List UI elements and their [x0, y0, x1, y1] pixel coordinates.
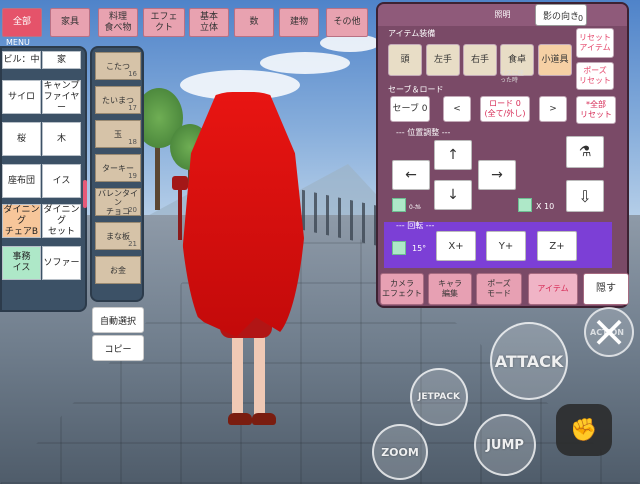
list-item[interactable]: バレンタイン チョコ 20 — [95, 188, 141, 216]
list-item-number: 17 — [128, 104, 137, 112]
tab-numbers[interactable]: 数 — [234, 8, 274, 37]
load-prev-button[interactable]: < — [443, 96, 471, 122]
character-hair — [178, 92, 308, 337]
item-cell[interactable]: 桜 — [2, 122, 41, 156]
section-save-load: セーブ＆ロード — [388, 85, 444, 94]
character-shoe — [252, 413, 276, 425]
item-list-panel: こたつ 16 たいまつ 17 玉 18 ターキー 19 バレンタイン チョコ 20 まな板… — [90, 46, 144, 302]
jump-button[interactable]: JUMP — [474, 414, 536, 476]
item-cell[interactable]: イス — [42, 164, 81, 198]
list-item[interactable]: まな板 21 — [95, 222, 141, 250]
move-right-button[interactable]: → — [478, 160, 516, 190]
list-item-label: まな板 — [106, 231, 130, 241]
tab-item[interactable]: アイテム — [528, 273, 578, 305]
slot-note: イスに座 った時 — [500, 70, 524, 84]
list-item-label: 玉 — [114, 129, 122, 139]
scrollbar-thumb[interactable] — [83, 180, 87, 208]
shadow-direction-value: 0 — [578, 14, 584, 23]
tab-buildings[interactable]: 建物 — [279, 8, 319, 37]
tab-camera-effect[interactable]: カメラ エフェクト — [380, 273, 424, 305]
character-leg — [232, 336, 243, 416]
section-rotate: --- 回転 --- — [396, 221, 435, 230]
slot-left-hand-button[interactable]: 左手 — [426, 44, 460, 76]
list-item-number: 20 — [128, 206, 137, 214]
tree-trunk — [155, 140, 160, 210]
list-item-number: 16 — [128, 70, 137, 78]
rotate-x-button[interactable]: X+ — [436, 231, 476, 261]
local-label: 0-ｶﾙ — [409, 204, 421, 211]
attack-button[interactable]: ATTACK — [490, 322, 568, 400]
item-cell[interactable]: 木 — [42, 122, 81, 156]
item-cell[interactable]: ダイニング チェアB — [2, 204, 41, 238]
angle-checkbox[interactable] — [392, 241, 406, 255]
list-item[interactable]: たいまつ 17 — [95, 86, 141, 114]
list-item-label: お金 — [110, 265, 126, 275]
hide-button[interactable]: 隠す — [583, 273, 629, 305]
list-item-number: 18 — [128, 138, 137, 146]
item-cell[interactable]: ソファー — [42, 246, 81, 280]
item-grid-panel: ビル：中 家 サイロ キャンプ ファイヤー 桜 木 座布団 イス ダイニング チ… — [0, 46, 87, 312]
list-item[interactable]: こたつ 16 — [95, 52, 141, 80]
list-item[interactable]: お金 — [95, 256, 141, 284]
section-position: --- 位置調整 --- — [396, 128, 451, 137]
item-cell[interactable]: キャンプ ファイヤー — [42, 80, 81, 114]
tab-pose-mode[interactable]: ポーズ モード — [476, 273, 522, 305]
rotate-z-button[interactable]: Z+ — [537, 231, 577, 261]
list-item[interactable]: 玉 18 — [95, 120, 141, 148]
rotate-y-button[interactable]: Y+ — [486, 231, 526, 261]
fist-icon[interactable]: ✊ — [556, 404, 612, 456]
auto-select-button[interactable]: 自動選択 — [92, 307, 144, 333]
cloud — [260, 52, 350, 74]
item-cell[interactable]: ビル：中 — [2, 51, 41, 69]
item-cell[interactable]: 座布団 — [2, 164, 41, 198]
tab-basic-shapes[interactable]: 基本 立体 — [189, 8, 229, 37]
tab-character-edit[interactable]: キャラ 編集 — [428, 273, 472, 305]
character-leg — [254, 336, 265, 416]
angle-label: 15° — [412, 244, 427, 253]
slot-head-button[interactable]: 頭 — [388, 44, 422, 76]
x10-checkbox[interactable] — [518, 198, 532, 212]
move-down-button[interactable]: ↓ — [434, 180, 472, 210]
item-cell[interactable]: 事務 イス — [2, 246, 41, 280]
jetpack-button[interactable]: JETPACK — [410, 368, 468, 426]
panel-title: 照明 — [378, 4, 627, 26]
local-checkbox[interactable] — [392, 198, 406, 212]
reset-pose-button[interactable]: ポーズ リセット — [576, 62, 614, 90]
slot-right-hand-button[interactable]: 右手 — [463, 44, 497, 76]
list-item-number: 21 — [128, 240, 137, 248]
character-shoe — [228, 413, 252, 425]
item-cell[interactable]: 家 — [42, 51, 81, 69]
move-up-button[interactable]: ↑ — [434, 140, 472, 170]
tab-all[interactable]: 全部 — [2, 8, 42, 37]
action-label: ACTION — [590, 328, 624, 337]
item-cell[interactable]: サイロ — [2, 80, 41, 114]
player-character[interactable] — [170, 88, 320, 448]
tab-other[interactable]: その他 — [326, 8, 368, 37]
move-left-button[interactable]: ← — [392, 160, 430, 190]
list-item-label: こたつ — [106, 61, 130, 71]
save-button[interactable]: セーブ 0 — [390, 96, 430, 122]
list-item-number: 19 — [128, 172, 137, 180]
slot-prop-button[interactable]: 小道具 — [538, 44, 572, 76]
flask-icon[interactable]: ⚗ — [566, 136, 604, 168]
section-item-equip: アイテム装備 — [388, 29, 436, 38]
arrow-down-outline-icon[interactable]: ⇩ — [566, 180, 604, 212]
list-item[interactable]: ターキー 19 — [95, 154, 141, 182]
load-button[interactable]: ロード 0 (全て/外し) — [480, 96, 530, 122]
tab-food[interactable]: 料理 食べ物 — [98, 8, 138, 37]
tab-furniture[interactable]: 家具 — [50, 8, 90, 37]
copy-button[interactable]: コピー — [92, 335, 144, 361]
x10-label: X 10 — [536, 202, 555, 211]
zoom-button[interactable]: ZOOM — [372, 424, 428, 480]
item-cell[interactable]: ダイニング セット — [42, 204, 81, 238]
reset-item-button[interactable]: リセット アイテム — [576, 28, 614, 58]
reset-all-button[interactable]: *全部 リセット — [576, 96, 616, 124]
load-next-button[interactable]: > — [539, 96, 567, 122]
tab-effect[interactable]: エフェ クト — [143, 8, 185, 37]
